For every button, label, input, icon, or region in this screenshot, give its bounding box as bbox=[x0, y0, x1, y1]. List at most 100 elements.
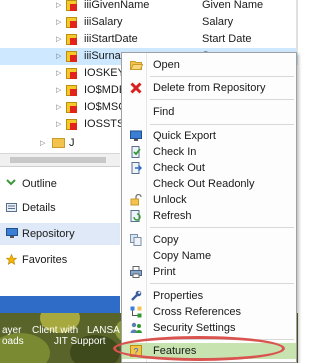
security-icon bbox=[130, 322, 142, 334]
tree-row-name: IOSKEY bbox=[84, 67, 125, 79]
expand-arrow-icon[interactable]: ▷ bbox=[56, 69, 61, 77]
menu-item-check-out[interactable]: Check Out bbox=[122, 160, 296, 176]
check-out-icon bbox=[130, 162, 143, 174]
expand-arrow-icon[interactable]: ▷ bbox=[56, 120, 61, 128]
nav-item-label: Repository bbox=[22, 228, 75, 240]
tree-row-description: Start Date bbox=[202, 33, 252, 45]
menu-item-label: Properties bbox=[153, 290, 204, 302]
menu-item-find[interactable]: Find bbox=[122, 104, 296, 120]
field-icon bbox=[66, 51, 77, 62]
taskbar-label[interactable]: oads bbox=[2, 336, 24, 347]
vertical-scrollbar[interactable] bbox=[296, 0, 298, 52]
wrench-icon bbox=[130, 290, 142, 302]
expand-arrow-icon[interactable]: ▷ bbox=[56, 103, 61, 111]
field-icon bbox=[66, 68, 77, 79]
context-menu: Open Delete from Repository Find Quick E… bbox=[121, 52, 297, 363]
expand-arrow-icon[interactable]: ▷ bbox=[56, 86, 61, 94]
menu-item-refresh[interactable]: Refresh bbox=[122, 208, 296, 224]
folder-icon bbox=[52, 138, 65, 148]
tree-row-name: iiiSalary bbox=[84, 16, 123, 28]
scrollbar-thumb[interactable] bbox=[10, 157, 106, 163]
expand-arrow-icon[interactable]: ▷ bbox=[56, 1, 61, 9]
menu-item-label: Delete from Repository bbox=[153, 82, 266, 94]
nav-item-label: Outline bbox=[22, 178, 57, 190]
expand-arrow-icon[interactable]: ▷ bbox=[56, 35, 61, 43]
menu-item-cross-references[interactable]: Cross References bbox=[122, 304, 296, 320]
menu-item-security-settings[interactable]: Security Settings bbox=[122, 320, 296, 336]
monitor-icon bbox=[130, 130, 142, 142]
outline-icon bbox=[6, 178, 17, 189]
tree-row-name: iiiGivenName bbox=[84, 0, 150, 11]
field-icon bbox=[66, 17, 77, 28]
nav-item-label: Favorites bbox=[22, 254, 68, 266]
tree-row-description: Salary bbox=[202, 16, 234, 28]
refresh-icon bbox=[130, 210, 142, 222]
tree-row-name: IO$MDE bbox=[84, 84, 127, 96]
menu-item-label: Open bbox=[153, 59, 180, 71]
nav-item-details[interactable]: Details bbox=[0, 197, 120, 219]
field-icon bbox=[66, 34, 77, 45]
menu-item-delete-from-repository[interactable]: Delete from Repository bbox=[122, 80, 296, 96]
field-icon bbox=[66, 119, 77, 130]
menu-item-copy[interactable]: Copy bbox=[122, 232, 296, 248]
copy-icon bbox=[130, 234, 142, 246]
menu-item-label: Quick Export bbox=[153, 130, 216, 142]
menu-separator bbox=[150, 283, 294, 284]
field-icon bbox=[66, 85, 77, 96]
menu-item-copy-name[interactable]: Copy Name bbox=[122, 248, 296, 264]
taskbar-label[interactable]: JIT Support bbox=[54, 336, 106, 347]
cross-references-icon bbox=[130, 306, 142, 318]
details-icon bbox=[6, 202, 17, 213]
menu-item-properties[interactable]: Properties bbox=[122, 288, 296, 304]
nav-item-repository[interactable]: Repository bbox=[0, 223, 120, 245]
tree-row-name: IOSSTS bbox=[84, 118, 125, 130]
expand-arrow-icon[interactable]: ▷ bbox=[56, 52, 61, 60]
tree-row[interactable]: ▷ iiiStartDate Start Date bbox=[0, 31, 298, 48]
menu-item-quick-export[interactable]: Quick Export bbox=[122, 128, 296, 144]
menu-item-unlock[interactable]: Unlock bbox=[122, 192, 296, 208]
menu-item-label: Check Out Readonly bbox=[153, 178, 255, 190]
tree-row-description: Given Name bbox=[202, 0, 264, 11]
menu-item-print[interactable]: Print bbox=[122, 264, 296, 280]
folder-open-icon bbox=[130, 59, 144, 71]
taskbar-label[interactable]: LANSA bbox=[87, 325, 120, 336]
menu-separator bbox=[150, 99, 294, 100]
expand-arrow-icon[interactable]: ▷ bbox=[56, 18, 61, 26]
tree-folder-name: J bbox=[69, 137, 75, 149]
star-icon bbox=[5, 253, 18, 265]
expand-arrow-icon[interactable]: ▷ bbox=[40, 139, 45, 147]
menu-separator bbox=[150, 76, 294, 77]
nav-item-label: Details bbox=[22, 202, 56, 214]
menu-item-check-in[interactable]: Check In bbox=[122, 144, 296, 160]
menu-item-label: Check Out bbox=[153, 162, 205, 174]
menu-separator bbox=[150, 124, 294, 125]
taskbar-label[interactable]: ayer bbox=[2, 325, 21, 336]
menu-item-check-out-readonly[interactable]: Check Out Readonly bbox=[122, 176, 296, 192]
check-in-icon bbox=[130, 146, 142, 158]
tree-row[interactable]: ▷ iiiGivenName Given Name bbox=[0, 0, 298, 14]
field-icon bbox=[66, 102, 77, 113]
menu-separator bbox=[150, 227, 294, 228]
tree-row-name: iiiStartDate bbox=[84, 33, 138, 45]
nav-item-favorites[interactable]: Favorites bbox=[0, 249, 120, 271]
taskbar-label[interactable]: Client with bbox=[32, 325, 78, 336]
nav-item-outline[interactable]: Outline bbox=[0, 173, 120, 195]
navigation-pane: Outline Details Repository Favorites bbox=[0, 166, 120, 297]
repository-icon bbox=[6, 228, 18, 239]
menu-item-label: Copy bbox=[153, 234, 179, 246]
menu-item-label: Copy Name bbox=[153, 250, 212, 262]
tree-folder-row[interactable]: ▷ J bbox=[0, 135, 120, 152]
menu-item-label: Unlock bbox=[153, 194, 187, 206]
delete-icon bbox=[130, 82, 142, 94]
horizontal-scrollbar[interactable] bbox=[0, 153, 120, 166]
menu-item-open[interactable]: Open bbox=[122, 57, 296, 73]
menu-item-label: Print bbox=[153, 266, 176, 278]
annotation-highlight-oval bbox=[113, 336, 285, 361]
menu-item-label: Security Settings bbox=[153, 322, 236, 334]
menu-item-label: Refresh bbox=[153, 210, 192, 222]
menu-item-label: Check In bbox=[153, 146, 197, 158]
status-bar bbox=[0, 296, 120, 313]
field-icon bbox=[66, 0, 77, 11]
menu-item-label: Cross References bbox=[153, 306, 242, 318]
tree-row[interactable]: ▷ iiiSalary Salary bbox=[0, 14, 298, 31]
